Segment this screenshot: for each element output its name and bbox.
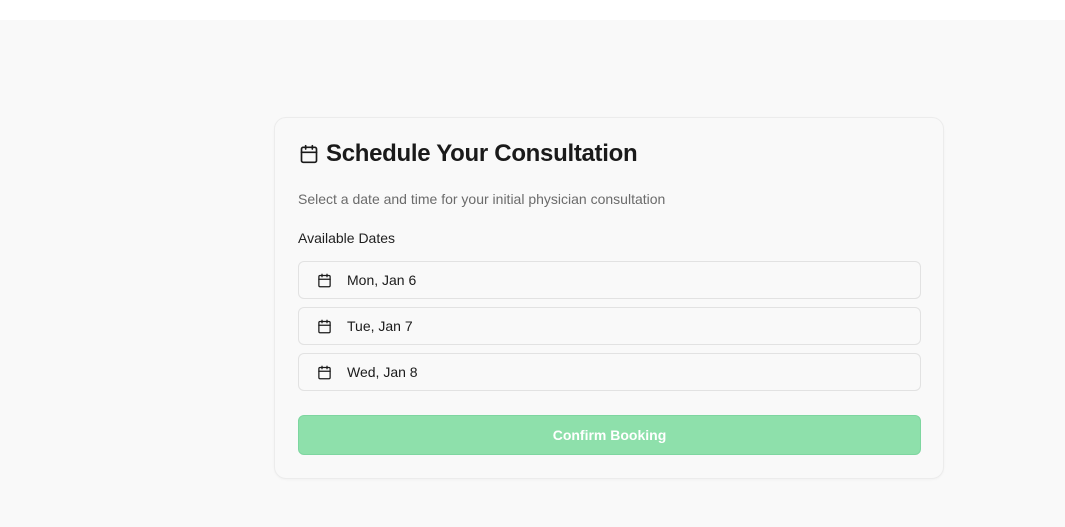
- date-option-tue-jan-7[interactable]: Tue, Jan 7: [298, 307, 921, 345]
- available-dates-label: Available Dates: [298, 230, 396, 246]
- confirm-booking-button[interactable]: Confirm Booking: [298, 415, 921, 455]
- card-subtitle: Select a date and time for your initial …: [298, 191, 666, 207]
- card-header: Schedule Your Consultation: [298, 140, 638, 168]
- date-option-label: Mon, Jan 6: [347, 272, 417, 288]
- consultation-card: Schedule Your Consultation Select a date…: [274, 117, 944, 479]
- page-title: Schedule Your Consultation: [326, 140, 638, 167]
- date-option-label: Wed, Jan 8: [347, 364, 418, 380]
- calendar-icon: [316, 364, 332, 380]
- calendar-icon: [316, 318, 332, 334]
- date-options-list: Mon, Jan 6 Tue, Jan 7 Wed, Jan 8: [298, 261, 921, 399]
- date-option-mon-jan-6[interactable]: Mon, Jan 6: [298, 261, 921, 299]
- calendar-icon: [298, 143, 320, 165]
- top-bar: [0, 0, 1065, 20]
- date-option-wed-jan-8[interactable]: Wed, Jan 8: [298, 353, 921, 391]
- date-option-label: Tue, Jan 7: [347, 318, 413, 334]
- calendar-icon: [316, 272, 332, 288]
